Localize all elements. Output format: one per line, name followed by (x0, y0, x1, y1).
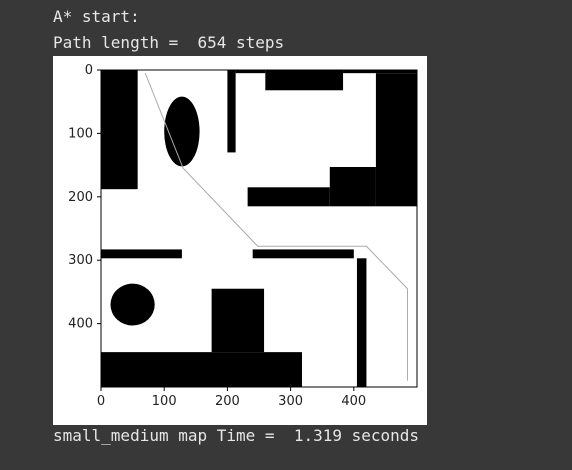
y-tick-label: 100 (68, 126, 93, 141)
map-obstacle (101, 70, 138, 190)
y-tick-label: 300 (68, 253, 93, 268)
map-obstacle (211, 288, 265, 353)
x-tick-label: 400 (341, 394, 366, 409)
map-obstacle (101, 249, 182, 259)
map-obstacle (356, 258, 367, 387)
map-obstacle (375, 73, 417, 207)
timing-output: small_medium map Time = 1.319 seconds (53, 426, 420, 445)
map-obstacle (164, 96, 200, 167)
x-tick-label: 100 (152, 394, 177, 409)
map-obstacle (329, 167, 376, 207)
y-tick-label: 0 (85, 63, 93, 78)
y-tick-label: 400 (68, 317, 93, 332)
map-obstacle (252, 249, 354, 259)
map-obstacle (265, 70, 344, 91)
x-tick-label: 300 (278, 394, 303, 409)
map-obstacle (247, 187, 330, 207)
map-plot: 0 100 200 300 400 0 100 200 300 400 (53, 56, 427, 425)
map-obstacle (110, 283, 155, 326)
map-plot-svg: 0 100 200 300 400 0 100 200 300 400 (68, 63, 418, 409)
map-obstacle (227, 70, 236, 153)
path-length-output: Path length = 654 steps (53, 33, 285, 52)
map-obstacle (101, 352, 302, 387)
y-tick-label: 200 (68, 190, 93, 205)
console-output-line: A* start: (53, 7, 140, 26)
x-tick-label: 200 (215, 394, 240, 409)
x-tick-label: 0 (97, 394, 105, 409)
